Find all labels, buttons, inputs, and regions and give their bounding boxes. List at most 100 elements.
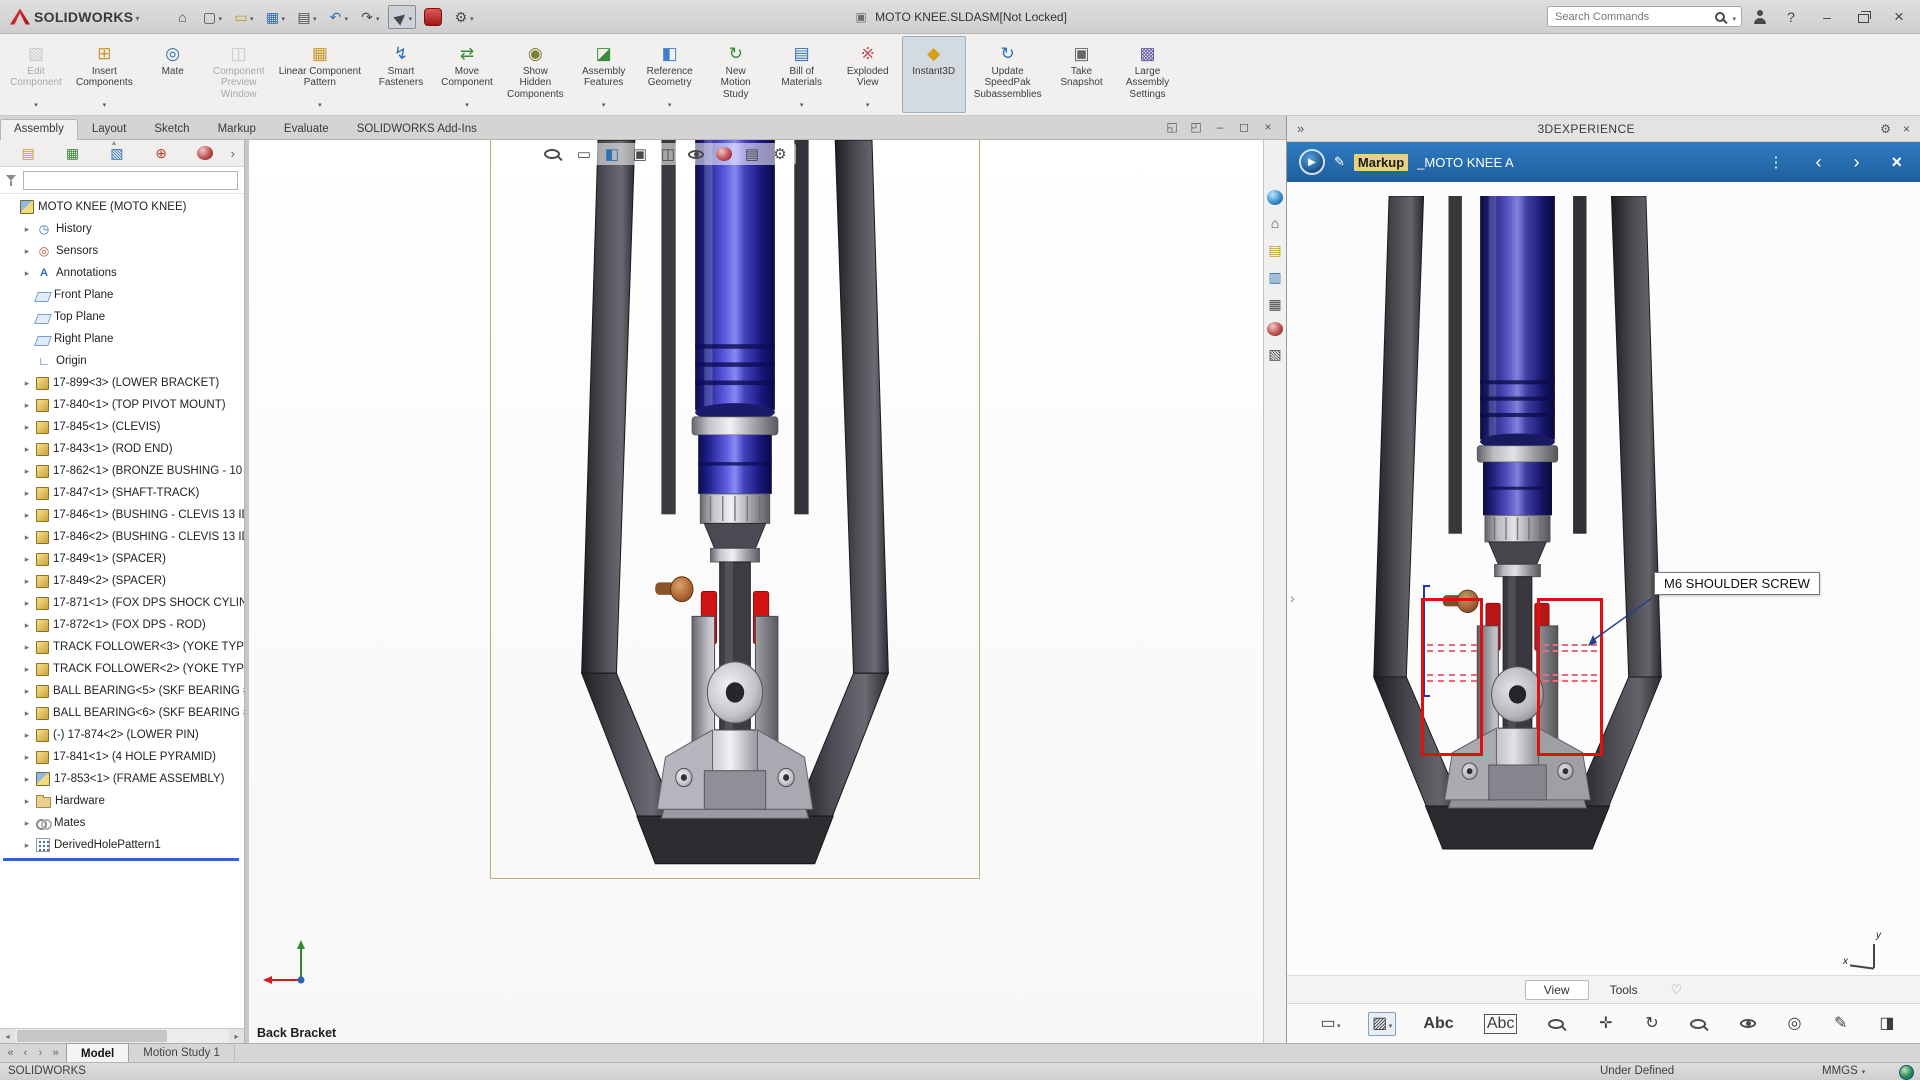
next-markup-icon[interactable]: › [1853, 152, 1859, 173]
instant3d-button[interactable]: Instant3D [902, 36, 966, 113]
show-hidden-components-button[interactable]: Show Hidden Components [501, 36, 570, 113]
tree-item[interactable]: ▸ 17-899<3> (LOWER BRACKET) [0, 372, 244, 394]
tree-item[interactable]: ▸ 17-845<1> (CLEVIS) [0, 416, 244, 438]
tree-item[interactable]: ▸ Mates [0, 812, 244, 834]
dropdown-caret-icon[interactable] [800, 96, 804, 110]
tree-item[interactable]: ▸ 17-853<1> (FRAME ASSEMBLY) [0, 768, 244, 790]
zoom-to-area-icon[interactable]: ▭ [576, 145, 592, 163]
options-gear-button[interactable]: ⚙ [450, 6, 477, 28]
propertymanager-tab[interactable]: ▦ [64, 144, 80, 162]
expand-arrow-icon[interactable]: ▸ [22, 818, 32, 829]
dropdown-caret-icon[interactable] [217, 10, 222, 24]
smart-fasteners-button[interactable]: Smart Fasteners [369, 36, 433, 113]
take-snapshot-button[interactable]: Take Snapshot [1050, 36, 1114, 113]
viewport-arrange-icon[interactable]: ◱ [1164, 118, 1180, 136]
motion-study-tab[interactable]: Motion Study 1 [129, 1043, 235, 1062]
scroll-left-icon[interactable]: ◂ [0, 1029, 15, 1043]
undo-button[interactable]: ↶ [325, 6, 352, 28]
pen-settings-tool[interactable]: ✎ [1830, 1013, 1852, 1035]
select-cursor-button[interactable]: ▶ [388, 5, 417, 29]
tree-item[interactable]: MOTO KNEE (MOTO KNEE) [0, 196, 244, 218]
tree-item[interactable]: ▸ 17-843<1> (ROD END) [0, 438, 244, 460]
tree-item[interactable]: ▸ 17-871<1> (FOX DPS SHOCK CYLINDE [0, 592, 244, 614]
tree-item[interactable]: ▸ BALL BEARING<6> (SKF BEARING #6 [0, 702, 244, 724]
expand-arrow-icon[interactable]: ▸ [22, 796, 32, 807]
graphics-viewport[interactable]: ▭ ◧ ▣ ◫ ▤ ⚙ [249, 140, 1263, 1043]
open-document-button[interactable]: ▭ [230, 6, 257, 28]
expand-arrow-icon[interactable]: ▸ [22, 224, 32, 235]
view-orientation-icon[interactable]: ▣ [632, 145, 648, 163]
tree-item[interactable]: ▸ TRACK FOLLOWER<3> (YOKE TYPE F [0, 636, 244, 658]
search-input[interactable] [1553, 10, 1715, 24]
dropdown-caret-icon[interactable] [281, 10, 286, 24]
save-document-button[interactable]: ▦ [262, 6, 289, 28]
dropdown-caret-icon[interactable] [312, 10, 317, 24]
view-palette-pane-tab[interactable]: ▦ [1267, 295, 1283, 313]
tab-solidworks-addins[interactable]: SOLIDWORKS Add-Ins [343, 119, 491, 139]
apply-scene-icon[interactable]: ▤ [744, 145, 760, 163]
component-preview-window-button[interactable]: Component Preview Window [207, 36, 271, 113]
redo-button[interactable]: ↷ [356, 6, 383, 28]
exploded-view-button[interactable]: Exploded View [836, 36, 900, 113]
expand-arrow-icon[interactable]: ▸ [22, 268, 32, 279]
expand-arrow-icon[interactable]: ▸ [22, 488, 32, 499]
linear-component-pattern-button[interactable]: Linear Component Pattern [273, 36, 367, 113]
tree-item[interactable]: ▸ History [0, 218, 244, 240]
expand-arrow-icon[interactable]: ▸ [22, 378, 32, 389]
tree-item[interactable]: ▸ 17-862<1> (BRONZE BUSHING - 10 ID [0, 460, 244, 482]
assembly-features-button[interactable]: Assembly Features [572, 36, 636, 113]
panel-expand-chevron[interactable]: › [228, 146, 238, 161]
update-speedpak-button[interactable]: Update SpeedPak Subassemblies [968, 36, 1048, 113]
displaymanager-tab[interactable] [197, 146, 213, 160]
new-motion-study-button[interactable]: New Motion Study [704, 36, 768, 113]
new-document-button[interactable]: ▢ [198, 6, 225, 28]
expand-arrow-icon[interactable]: ▸ [22, 444, 32, 455]
tree-item[interactable]: ▸ Sensors [0, 240, 244, 262]
dropdown-caret-icon[interactable] [465, 96, 469, 110]
annotation-callout[interactable]: M6 SHOULDER SCREW [1654, 572, 1820, 595]
tree-item[interactable]: ▸ Hardware [0, 790, 244, 812]
bill-of-materials-button[interactable]: Bill of Materials [770, 36, 834, 113]
help-button[interactable]: ? [1778, 6, 1804, 28]
connection-globe-icon[interactable] [1899, 1065, 1914, 1080]
rollback-bar[interactable] [3, 858, 239, 861]
scrollbar-track[interactable] [15, 1029, 229, 1043]
dropdown-caret-icon[interactable] [344, 10, 349, 24]
minimize-button[interactable]: – [1814, 6, 1840, 28]
expand-arrow-icon[interactable]: ▸ [22, 752, 32, 763]
expand-arrow-icon[interactable]: ▸ [22, 400, 32, 411]
tab-assembly[interactable]: Assembly [0, 119, 78, 140]
move-component-button[interactable]: Move Component [435, 36, 499, 113]
menu-expand-icon[interactable] [135, 10, 147, 24]
expand-arrow-icon[interactable]: ▸ [22, 840, 32, 851]
3dplay-icon[interactable]: ▶ [1299, 149, 1325, 175]
units-selector[interactable]: MMGS [1822, 1065, 1865, 1077]
panel-collapse-icon[interactable]: ▴ [112, 140, 116, 147]
dropdown-caret-icon[interactable] [668, 96, 672, 110]
view-tab[interactable]: View [1525, 980, 1589, 1000]
dropdown-caret-icon[interactable] [866, 96, 870, 110]
large-assembly-settings-button[interactable]: Large Assembly Settings [1116, 36, 1180, 113]
expand-arrow-icon[interactable]: ▸ [22, 510, 32, 521]
panel-close-icon[interactable]: × [1903, 122, 1910, 136]
tree-item[interactable]: ▸ 17-847<1> (SHAFT-TRACK) [0, 482, 244, 504]
overflow-menu-icon[interactable]: ⋮ [1768, 153, 1783, 171]
dropdown-caret-icon[interactable] [103, 96, 107, 110]
dimxpertmanager-tab[interactable]: ⊕ [153, 144, 169, 162]
expand-arrow-icon[interactable]: ▸ [22, 422, 32, 433]
zoom-area-tool[interactable] [1687, 1017, 1713, 1031]
hide-show-items-icon[interactable] [688, 150, 704, 159]
sheet-prev-icon[interactable]: ‹ [19, 1046, 32, 1060]
expand-arrow-icon[interactable]: ▸ [22, 686, 32, 697]
expand-arrow-icon[interactable]: ▸ [22, 730, 32, 741]
edit-appearance-icon[interactable] [716, 147, 732, 161]
tab-sketch[interactable]: Sketch [140, 119, 203, 139]
search-commands-box[interactable] [1547, 6, 1742, 27]
tree-item[interactable]: Right Plane [0, 328, 244, 350]
insert-components-button[interactable]: Insert Components [70, 36, 139, 113]
tools-tab[interactable]: Tools [1591, 980, 1657, 1000]
doc-restore-icon[interactable]: ◻ [1236, 118, 1252, 136]
dropdown-caret-icon[interactable] [34, 96, 38, 110]
ink-color-tool[interactable]: ◎ [1784, 1013, 1806, 1035]
doc-minimize-icon[interactable]: – [1212, 118, 1228, 136]
